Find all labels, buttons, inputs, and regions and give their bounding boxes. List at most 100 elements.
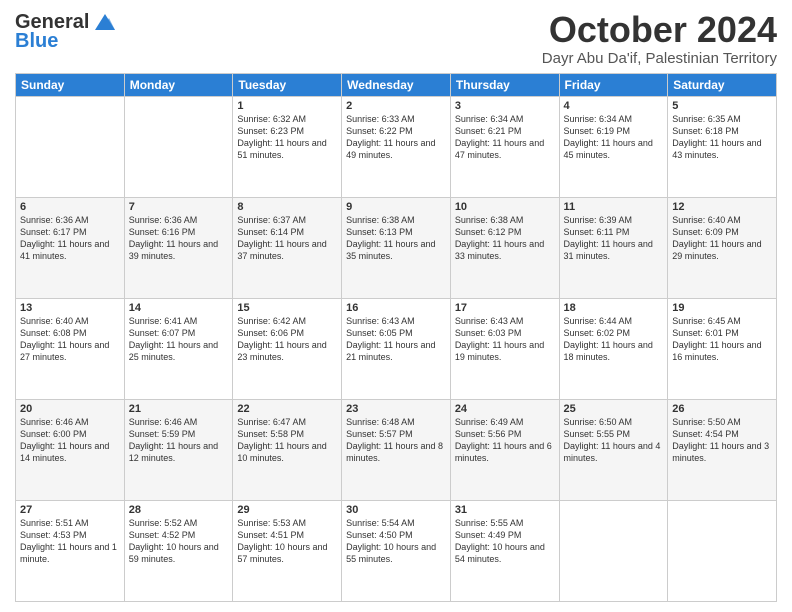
day-number: 31 <box>455 504 555 516</box>
cell-text-line: Sunrise: 5:55 AM <box>455 517 555 529</box>
day-number: 14 <box>129 302 229 314</box>
cell-text-line: Sunset: 6:08 PM <box>20 327 120 339</box>
cell-text-line: Sunrise: 6:49 AM <box>455 416 555 428</box>
cell-text-line: Sunrise: 6:35 AM <box>672 113 772 125</box>
cell-text-line: Daylight: 11 hours and 31 minutes. <box>564 238 664 262</box>
cell-text-line: Sunset: 6:01 PM <box>672 327 772 339</box>
calendar-cell: 31Sunrise: 5:55 AMSunset: 4:49 PMDayligh… <box>450 500 559 601</box>
calendar-cell: 28Sunrise: 5:52 AMSunset: 4:52 PMDayligh… <box>124 500 233 601</box>
day-number: 3 <box>455 100 555 112</box>
calendar-cell: 24Sunrise: 6:49 AMSunset: 5:56 PMDayligh… <box>450 399 559 500</box>
day-number: 4 <box>564 100 664 112</box>
calendar-cell: 1Sunrise: 6:32 AMSunset: 6:23 PMDaylight… <box>233 96 342 197</box>
cell-text-line: Sunrise: 6:42 AM <box>237 315 337 327</box>
cell-text-line: Sunset: 4:52 PM <box>129 529 229 541</box>
calendar-cell: 23Sunrise: 6:48 AMSunset: 5:57 PMDayligh… <box>342 399 451 500</box>
cell-text-line: Daylight: 11 hours and 35 minutes. <box>346 238 446 262</box>
day-number: 15 <box>237 302 337 314</box>
calendar-cell <box>124 96 233 197</box>
calendar-cell: 26Sunrise: 5:50 AMSunset: 4:54 PMDayligh… <box>668 399 777 500</box>
day-number: 18 <box>564 302 664 314</box>
cell-text-line: Daylight: 11 hours and 6 minutes. <box>455 440 555 464</box>
day-number: 30 <box>346 504 446 516</box>
day-number: 19 <box>672 302 772 314</box>
cell-text-line: Sunset: 4:49 PM <box>455 529 555 541</box>
cell-text-line: Sunset: 6:22 PM <box>346 125 446 137</box>
day-number: 29 <box>237 504 337 516</box>
cell-text-line: Sunset: 5:59 PM <box>129 428 229 440</box>
calendar-week-row: 27Sunrise: 5:51 AMSunset: 4:53 PMDayligh… <box>16 500 777 601</box>
day-number: 17 <box>455 302 555 314</box>
day-number: 2 <box>346 100 446 112</box>
cell-text-line: Sunrise: 6:34 AM <box>455 113 555 125</box>
cell-text-line: Daylight: 11 hours and 12 minutes. <box>129 440 229 464</box>
cell-text-line: Sunset: 4:50 PM <box>346 529 446 541</box>
day-number: 20 <box>20 403 120 415</box>
day-number: 28 <box>129 504 229 516</box>
cell-text-line: Daylight: 11 hours and 19 minutes. <box>455 339 555 363</box>
day-number: 27 <box>20 504 120 516</box>
calendar-cell: 10Sunrise: 6:38 AMSunset: 6:12 PMDayligh… <box>450 197 559 298</box>
cell-text-line: Sunset: 6:09 PM <box>672 226 772 238</box>
cell-text-line: Sunrise: 6:36 AM <box>20 214 120 226</box>
calendar-cell: 29Sunrise: 5:53 AMSunset: 4:51 PMDayligh… <box>233 500 342 601</box>
cell-text-line: Sunrise: 6:43 AM <box>455 315 555 327</box>
logo: General Blue <box>15 10 119 53</box>
calendar-cell: 4Sunrise: 6:34 AMSunset: 6:19 PMDaylight… <box>559 96 668 197</box>
cell-text-line: Sunrise: 6:38 AM <box>455 214 555 226</box>
day-number: 10 <box>455 201 555 213</box>
cell-text-line: Sunset: 6:13 PM <box>346 226 446 238</box>
logo-blue-text: Blue <box>15 30 58 53</box>
cell-text-line: Sunrise: 6:39 AM <box>564 214 664 226</box>
cell-text-line: Sunrise: 6:46 AM <box>20 416 120 428</box>
cell-text-line: Daylight: 11 hours and 25 minutes. <box>129 339 229 363</box>
calendar-header-row: SundayMondayTuesdayWednesdayThursdayFrid… <box>16 73 777 96</box>
day-number: 13 <box>20 302 120 314</box>
cell-text-line: Daylight: 11 hours and 18 minutes. <box>564 339 664 363</box>
cell-text-line: Daylight: 11 hours and 39 minutes. <box>129 238 229 262</box>
cell-text-line: Sunrise: 6:50 AM <box>564 416 664 428</box>
cell-text-line: Sunrise: 5:54 AM <box>346 517 446 529</box>
cell-text-line: Daylight: 11 hours and 37 minutes. <box>237 238 337 262</box>
cell-text-line: Daylight: 11 hours and 47 minutes. <box>455 137 555 161</box>
cell-text-line: Sunrise: 6:34 AM <box>564 113 664 125</box>
cell-text-line: Daylight: 11 hours and 21 minutes. <box>346 339 446 363</box>
cell-text-line: Sunset: 6:12 PM <box>455 226 555 238</box>
calendar-cell: 3Sunrise: 6:34 AMSunset: 6:21 PMDaylight… <box>450 96 559 197</box>
cell-text-line: Daylight: 11 hours and 33 minutes. <box>455 238 555 262</box>
calendar-cell: 16Sunrise: 6:43 AMSunset: 6:05 PMDayligh… <box>342 298 451 399</box>
day-number: 6 <box>20 201 120 213</box>
cell-text-line: Daylight: 11 hours and 4 minutes. <box>564 440 664 464</box>
cell-text-line: Sunset: 4:53 PM <box>20 529 120 541</box>
day-number: 11 <box>564 201 664 213</box>
cell-text-line: Daylight: 11 hours and 43 minutes. <box>672 137 772 161</box>
calendar-week-row: 1Sunrise: 6:32 AMSunset: 6:23 PMDaylight… <box>16 96 777 197</box>
cell-text-line: Sunrise: 6:32 AM <box>237 113 337 125</box>
calendar-cell: 22Sunrise: 6:47 AMSunset: 5:58 PMDayligh… <box>233 399 342 500</box>
cell-text-line: Daylight: 11 hours and 49 minutes. <box>346 137 446 161</box>
cell-text-line: Sunset: 6:11 PM <box>564 226 664 238</box>
cell-text-line: Sunset: 5:56 PM <box>455 428 555 440</box>
day-number: 7 <box>129 201 229 213</box>
calendar-table: SundayMondayTuesdayWednesdayThursdayFrid… <box>15 73 777 602</box>
calendar-cell: 8Sunrise: 6:37 AMSunset: 6:14 PMDaylight… <box>233 197 342 298</box>
calendar-cell: 21Sunrise: 6:46 AMSunset: 5:59 PMDayligh… <box>124 399 233 500</box>
calendar-cell: 30Sunrise: 5:54 AMSunset: 4:50 PMDayligh… <box>342 500 451 601</box>
calendar-cell: 27Sunrise: 5:51 AMSunset: 4:53 PMDayligh… <box>16 500 125 601</box>
calendar-week-row: 13Sunrise: 6:40 AMSunset: 6:08 PMDayligh… <box>16 298 777 399</box>
calendar-header-sunday: Sunday <box>16 73 125 96</box>
cell-text-line: Daylight: 11 hours and 27 minutes. <box>20 339 120 363</box>
cell-text-line: Sunset: 6:02 PM <box>564 327 664 339</box>
calendar-cell <box>16 96 125 197</box>
cell-text-line: Sunset: 5:55 PM <box>564 428 664 440</box>
title-block: October 2024 Dayr Abu Da'if, Palestinian… <box>542 10 777 67</box>
calendar-body: 1Sunrise: 6:32 AMSunset: 6:23 PMDaylight… <box>16 96 777 601</box>
cell-text-line: Sunset: 4:51 PM <box>237 529 337 541</box>
cell-text-line: Sunset: 6:19 PM <box>564 125 664 137</box>
cell-text-line: Daylight: 11 hours and 29 minutes. <box>672 238 772 262</box>
calendar-cell: 20Sunrise: 6:46 AMSunset: 6:00 PMDayligh… <box>16 399 125 500</box>
day-number: 8 <box>237 201 337 213</box>
cell-text-line: Sunrise: 6:48 AM <box>346 416 446 428</box>
day-number: 9 <box>346 201 446 213</box>
month-title: October 2024 <box>542 10 777 50</box>
